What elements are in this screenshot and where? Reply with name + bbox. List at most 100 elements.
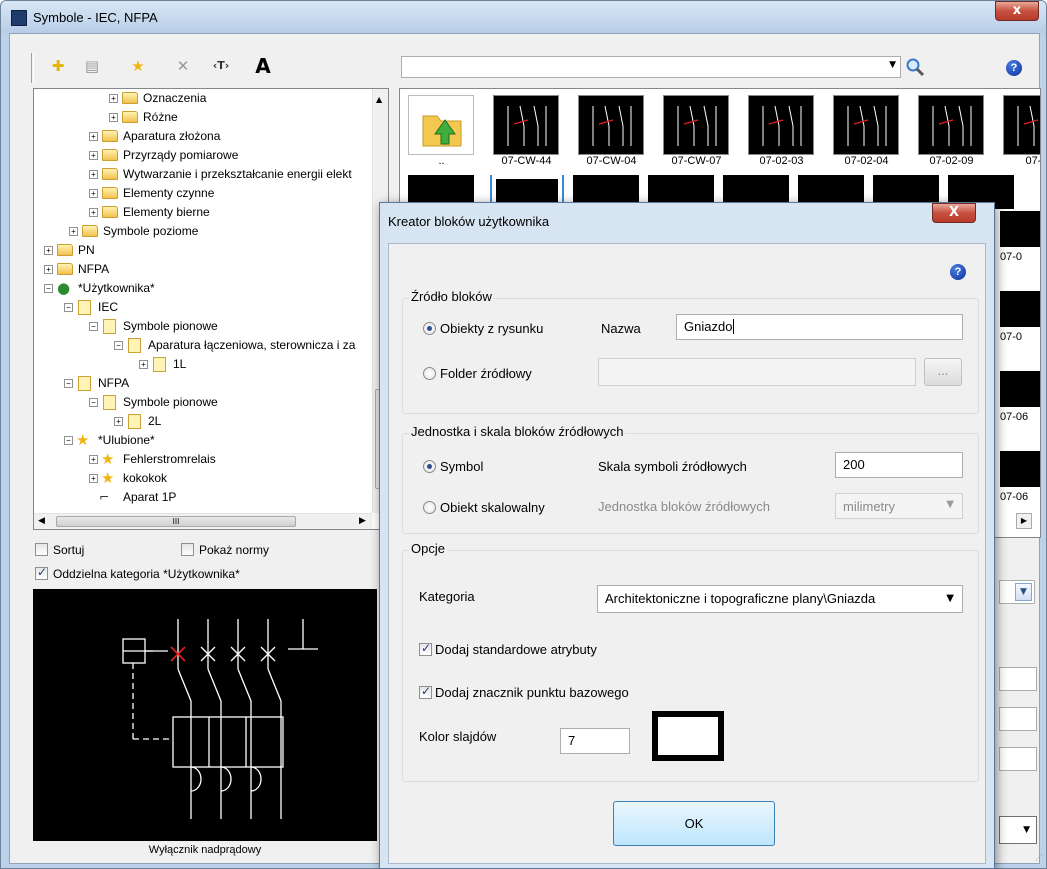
symbol-image — [918, 95, 984, 155]
expand-icon[interactable]: + — [89, 189, 98, 198]
source-folder-radio[interactable] — [423, 367, 436, 380]
source-folder-input[interactable] — [598, 358, 916, 386]
chevron-down-icon[interactable]: ▼ — [946, 499, 954, 510]
resize-grip-icon[interactable]: ⋰ — [1035, 853, 1045, 863]
symbol-radio[interactable] — [423, 460, 436, 473]
window-close-button[interactable]: x — [995, 1, 1039, 21]
scalable-object-radio[interactable] — [423, 501, 436, 514]
favorite-star-icon[interactable]: ★ — [126, 54, 150, 78]
right-dropdown-button[interactable]: ▼ — [999, 816, 1037, 844]
scroll-left-icon[interactable]: ◀ — [38, 516, 45, 526]
browse-button[interactable]: ... — [924, 358, 962, 386]
separate-category-checkbox[interactable] — [35, 565, 48, 580]
chevron-down-icon[interactable]: ▼ — [889, 60, 896, 70]
expand-icon[interactable]: + — [69, 227, 78, 236]
parent-folder-thumbnail[interactable]: .. — [404, 91, 479, 173]
expand-icon[interactable]: + — [109, 94, 118, 103]
symbol-thumbnail[interactable] — [1000, 371, 1040, 407]
right-combo[interactable]: ▼ — [999, 580, 1035, 604]
symbol-thumbnail[interactable]: 07-02-09 — [914, 91, 989, 173]
collapse-icon[interactable]: − — [64, 379, 73, 388]
expand-icon[interactable]: + — [89, 455, 98, 464]
grid-scroll-right-icon[interactable]: ▶ — [1016, 513, 1032, 529]
right-field[interactable] — [999, 747, 1037, 771]
expand-icon[interactable]: + — [44, 246, 53, 255]
show-norms-checkbox[interactable] — [181, 543, 194, 556]
folder-icon — [82, 225, 98, 237]
tree-item-label: Fehlerstromrelais — [123, 452, 216, 466]
collapse-icon[interactable]: − — [89, 322, 98, 331]
expand-icon[interactable]: + — [89, 474, 98, 483]
symbol-thumbnail[interactable] — [1000, 211, 1040, 247]
toolbar-grip[interactable] — [31, 53, 34, 83]
ok-button[interactable]: OK — [613, 801, 775, 846]
scroll-up-icon[interactable]: ▲ — [376, 95, 382, 104]
scroll-right-icon[interactable]: ▶ — [359, 516, 366, 526]
toolbar: ✚ ▤ ★ ✕ ‹T› A — [46, 54, 286, 80]
symbol-thumbnail[interactable] — [1000, 451, 1040, 487]
right-field[interactable] — [999, 707, 1037, 731]
search-icon[interactable] — [905, 57, 925, 77]
standard-attributes-checkbox[interactable] — [419, 641, 432, 656]
user-folder-icon — [128, 338, 141, 353]
symbol-thumbnail[interactable]: 07-02-04 — [829, 91, 904, 173]
symbol-thumbnail[interactable]: 07-CW-44 — [489, 91, 564, 173]
tree-hscroll-thumb[interactable]: III — [56, 516, 296, 527]
expand-icon[interactable]: + — [89, 151, 98, 160]
base-point-marker-checkbox[interactable] — [419, 684, 432, 699]
chevron-down-icon[interactable]: ▼ — [946, 593, 954, 604]
collapse-icon[interactable]: − — [44, 284, 53, 293]
text-attribute-icon[interactable]: ‹T› — [209, 54, 233, 78]
user-folder-icon — [78, 376, 91, 391]
show-norms-label: Pokaż normy — [199, 543, 270, 557]
collapse-icon[interactable]: − — [114, 341, 123, 350]
chevron-down-icon[interactable]: ▼ — [1015, 583, 1032, 601]
slide-color-swatch[interactable] — [652, 711, 724, 761]
right-field[interactable] — [999, 667, 1037, 691]
collapse-icon[interactable]: − — [64, 303, 73, 312]
tree-item-label: NFPA — [98, 376, 130, 390]
expand-icon[interactable]: + — [89, 132, 98, 141]
expand-icon[interactable]: + — [44, 265, 53, 274]
drawing-objects-radio[interactable] — [423, 322, 436, 335]
slide-color-input[interactable]: 7 — [560, 728, 630, 754]
tree-item-label: 2L — [148, 414, 162, 428]
tree-item-label: *Ulubione* — [98, 433, 155, 447]
collapse-icon[interactable]: − — [89, 398, 98, 407]
properties-icon[interactable]: ▤ — [80, 54, 104, 78]
source-scale-input[interactable]: 200 — [835, 452, 963, 478]
category-select[interactable]: Architektoniczne i topograficzne plany\G… — [597, 585, 963, 613]
sort-checkbox[interactable] — [35, 543, 48, 556]
symbol-thumbnail[interactable]: 07-0 — [999, 91, 1040, 173]
symbol-thumbnail[interactable]: 07-02-03 — [744, 91, 819, 173]
expand-icon[interactable]: + — [89, 208, 98, 217]
symbol-thumbnail[interactable] — [1000, 291, 1040, 327]
symbol-preview — [33, 589, 377, 841]
name-input[interactable]: Gniazdo — [676, 314, 963, 340]
symbol-thumbnail[interactable]: 07-CW-04 — [574, 91, 649, 173]
search-combo[interactable]: ▼ — [401, 56, 901, 78]
thumbnail-label: 07-CW-44 — [501, 155, 552, 167]
favorite-star-icon: ★ — [101, 469, 115, 487]
dialog-help-icon[interactable]: ? — [950, 264, 966, 280]
symbol-image — [663, 95, 729, 155]
help-icon[interactable]: ? — [1006, 60, 1022, 76]
thumbnail-label: .. — [438, 155, 445, 167]
symbol-tree[interactable]: + Oznaczenia + Różne + Aparatura złożona + Przy… — [33, 88, 389, 530]
dialog-close-button[interactable]: X — [932, 203, 976, 223]
symbol-image — [578, 95, 644, 155]
source-unit-select[interactable]: milimetry ▼ — [835, 493, 963, 519]
expand-icon[interactable]: + — [139, 360, 148, 369]
folder-icon — [102, 187, 118, 199]
delete-icon[interactable]: ✕ — [171, 54, 195, 78]
dialog-title: Kreator bloków użytkownika — [388, 214, 550, 229]
tree-horizontal-scrollbar[interactable]: ◀ III ▶ — [34, 513, 372, 529]
add-icon[interactable]: ✚ — [46, 54, 70, 78]
collapse-icon[interactable]: − — [64, 436, 73, 445]
expand-icon[interactable]: + — [114, 417, 123, 426]
expand-icon[interactable]: + — [109, 113, 118, 122]
expand-icon[interactable]: + — [89, 170, 98, 179]
dialog-client: ? Źródło bloków Obiekty z rysunku Nazwa … — [388, 243, 986, 864]
font-edit-icon[interactable]: A — [251, 54, 275, 78]
symbol-thumbnail[interactable]: 07-CW-07 — [659, 91, 734, 173]
